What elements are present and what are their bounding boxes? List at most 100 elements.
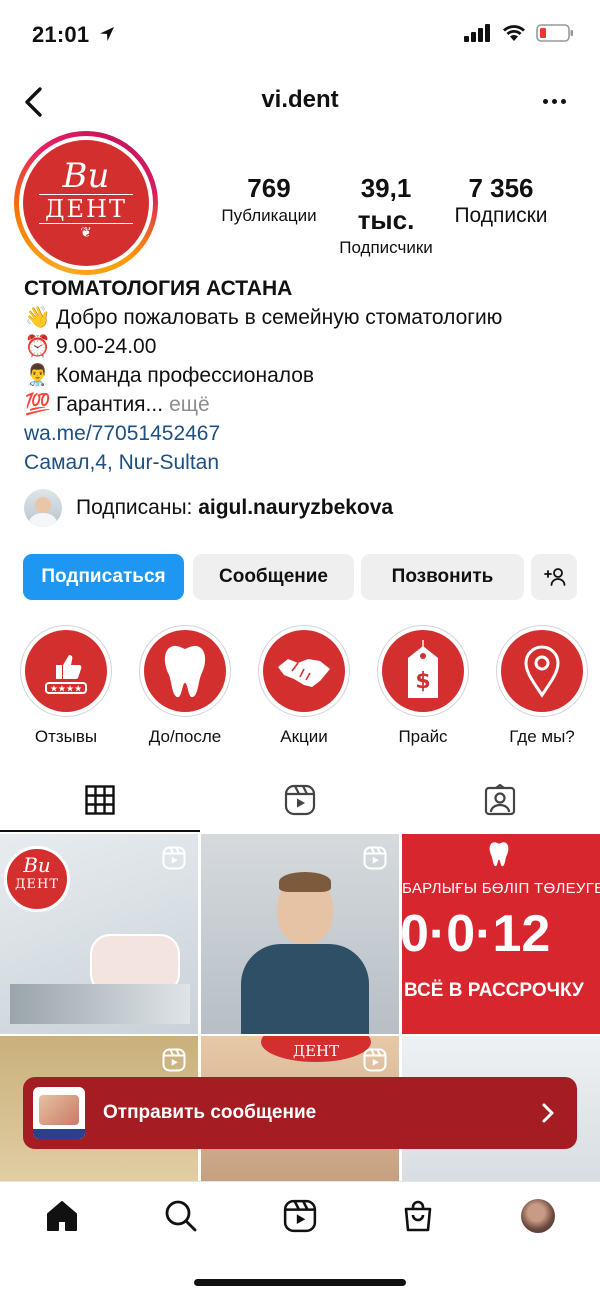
call-button[interactable]: Позвонить bbox=[361, 554, 524, 600]
status-time: 21:01 bbox=[32, 22, 116, 48]
tagged-person-icon bbox=[484, 784, 516, 816]
bio-more-link[interactable]: ещё bbox=[169, 390, 210, 419]
nav-reels[interactable] bbox=[280, 1196, 320, 1236]
stat-following[interactable]: 7 356 Подписки bbox=[446, 172, 556, 228]
highlight-before-after[interactable]: До/после bbox=[137, 625, 233, 747]
followed-by-prefix: Подписаны: bbox=[76, 496, 199, 519]
reels-icon bbox=[283, 1199, 317, 1233]
grid-post[interactable] bbox=[201, 834, 399, 1034]
story-highlights: ★★★★ Отзывы До/после Акции $ Прайс Где м… bbox=[0, 625, 600, 755]
logo-name-text: ДЕНТ bbox=[39, 194, 133, 224]
hundred-points-icon: 💯 bbox=[24, 393, 52, 416]
stat-followers-value: 39,1 тыс. bbox=[357, 173, 415, 235]
bio-line: 💯 Гарантия... ещё bbox=[24, 390, 584, 419]
location-pin-icon bbox=[524, 645, 560, 698]
reels-badge-icon bbox=[363, 1048, 387, 1072]
highlight-label: До/после bbox=[148, 727, 222, 746]
highlight-label: Отзывы bbox=[34, 727, 98, 746]
bio-line-text: Добро пожаловать в семейную стоматологию bbox=[56, 306, 503, 329]
reels-icon bbox=[284, 784, 316, 816]
follow-button[interactable]: Подписаться bbox=[23, 554, 184, 600]
doctor-icon: 👨‍⚕️ bbox=[24, 364, 52, 387]
send-message-banner[interactable]: Отправить сообщение bbox=[23, 1077, 577, 1149]
post-logo: Ви ДЕНТ bbox=[4, 846, 70, 912]
bio-line: 👋 Добро пожаловать в семейную стоматолог… bbox=[24, 303, 584, 332]
home-icon bbox=[47, 1201, 77, 1231]
clinic-logo: Ви ДЕНТ ❦ bbox=[23, 140, 149, 266]
promo-big-number: 0·0·12 bbox=[402, 905, 551, 963]
highlight-label: Прайс bbox=[398, 727, 448, 746]
shopping-bag-icon bbox=[404, 1200, 432, 1232]
highlight-prices[interactable]: $ Прайс bbox=[375, 625, 471, 747]
bio-line: 👨‍⚕️ Команда профессионалов bbox=[24, 361, 584, 390]
dentist-hair-image bbox=[279, 872, 331, 892]
alarm-clock-icon: ⏰ bbox=[24, 335, 52, 358]
svg-text:$: $ bbox=[415, 669, 430, 694]
post-logo-name: ДЕНТ bbox=[14, 877, 60, 892]
stat-posts-label: Публикации bbox=[221, 206, 317, 225]
follower-avatar bbox=[24, 489, 62, 527]
post-logo-script: Ви bbox=[23, 853, 51, 877]
bio-website-link[interactable]: wa.me/77051452467 bbox=[24, 419, 584, 448]
highlight-location[interactable]: Где мы? bbox=[494, 625, 590, 747]
post-logo-name: ДЕНТ bbox=[261, 1036, 371, 1062]
grid-post[interactable]: Ви ДЕНТ bbox=[0, 834, 198, 1034]
highlight-reviews[interactable]: ★★★★ Отзывы bbox=[18, 625, 114, 747]
suggest-users-button[interactable] bbox=[531, 554, 577, 600]
tab-reels[interactable] bbox=[200, 768, 400, 832]
tooth-icon bbox=[489, 842, 509, 867]
stat-followers-label: Подписчики bbox=[339, 238, 433, 257]
logo-script-text: Ви bbox=[62, 156, 110, 196]
profile-header: vi.dent bbox=[0, 72, 600, 132]
profile-avatar-small bbox=[521, 1199, 555, 1233]
search-icon bbox=[165, 1200, 197, 1232]
highlight-label: Где мы? bbox=[509, 727, 575, 746]
send-message-label: Отправить сообщение bbox=[103, 1102, 317, 1123]
bio-name: СТОМАТОЛОГИЯ АСТАНА bbox=[24, 277, 293, 300]
dental-tools-image bbox=[10, 984, 190, 1024]
status-icons bbox=[464, 24, 574, 42]
bio-line: ⏰ 9.00-24.00 bbox=[24, 332, 584, 361]
wifi-icon bbox=[503, 25, 525, 41]
cellular-signal-icon bbox=[464, 24, 490, 42]
grid-icon bbox=[85, 785, 115, 815]
tab-tagged[interactable] bbox=[400, 768, 600, 832]
home-indicator bbox=[194, 1279, 406, 1286]
highlight-promotions[interactable]: Акции bbox=[256, 625, 352, 747]
handshake-icon bbox=[278, 659, 330, 687]
stat-following-label: Подписки bbox=[454, 204, 548, 227]
reels-badge-icon bbox=[162, 846, 186, 870]
followed-by[interactable]: Подписаны: aigul.nauryzbekova bbox=[24, 489, 393, 527]
bio-line-text: Команда профессионалов bbox=[56, 364, 315, 387]
reels-badge-icon bbox=[162, 1048, 186, 1072]
flower-icon: ❦ bbox=[80, 224, 92, 240]
location-arrow-icon bbox=[99, 27, 114, 41]
reels-badge-icon bbox=[363, 846, 387, 870]
nav-profile[interactable] bbox=[518, 1196, 558, 1236]
svg-text:★★★★: ★★★★ bbox=[50, 685, 82, 695]
add-person-icon bbox=[544, 568, 566, 586]
followed-by-text: Подписаны: aigul.nauryzbekova bbox=[76, 496, 393, 520]
clock-text: 21:01 bbox=[32, 22, 90, 47]
nav-search[interactable] bbox=[161, 1196, 201, 1236]
profile-avatar[interactable]: Ви ДЕНТ ❦ bbox=[14, 131, 158, 275]
profile-bio: СТОМАТОЛОГИЯ АСТАНА 👋 Добро пожаловать в… bbox=[24, 274, 584, 477]
nav-shop[interactable] bbox=[398, 1196, 438, 1236]
nav-home[interactable] bbox=[42, 1196, 82, 1236]
waving-hand-icon: 👋 bbox=[24, 306, 52, 329]
price-tag-icon: $ bbox=[408, 640, 438, 698]
stat-following-value: 7 356 bbox=[468, 173, 534, 203]
battery-low-icon bbox=[536, 24, 573, 42]
review-thumbs-up-icon: ★★★★ bbox=[45, 655, 87, 695]
tooth-icon bbox=[164, 645, 206, 698]
bio-location-link[interactable]: Самал,4, Nur-Sultan bbox=[24, 448, 584, 477]
stat-posts[interactable]: 769 Публикации bbox=[210, 172, 328, 228]
message-button[interactable]: Сообщение bbox=[193, 554, 354, 600]
tab-posts-grid[interactable] bbox=[0, 768, 200, 832]
grid-post-installment-promo[interactable]: БАРЛЫҒЫ БӨЛІП ТӨЛЕУГЕ 0·0·12 ВСЁ В РАССР… bbox=[402, 834, 600, 1034]
more-options-icon[interactable] bbox=[534, 86, 574, 116]
stat-followers[interactable]: 39,1 тыс. Подписчики bbox=[330, 172, 442, 260]
promo-kazakh-text: БАРЛЫҒЫ БӨЛІП ТӨЛЕУГЕ bbox=[402, 880, 600, 897]
message-thumbnail bbox=[33, 1087, 85, 1139]
profile-username: vi.dent bbox=[261, 86, 339, 113]
